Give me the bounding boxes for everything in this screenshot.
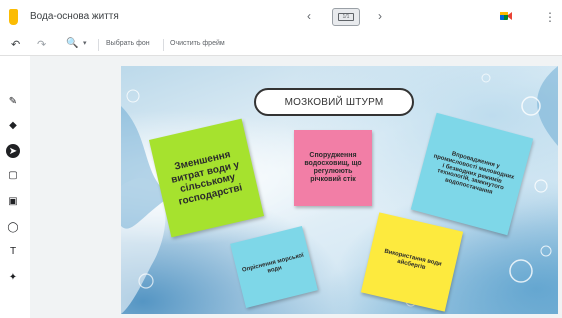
sticky-note-pink[interactable]: Спорудження водосховищ, що регулюють річ… [294,130,372,206]
meet-present-icon[interactable] [500,11,512,21]
eraser-icon[interactable]: ◆ [6,118,20,132]
zoom-icon[interactable]: 🔍 [66,38,78,49]
brainstorm-title[interactable]: МОЗКОВИЙ ШТУРМ [254,88,414,116]
frame-bar-toggle-button[interactable]: 1/1 [332,8,360,26]
redo-icon[interactable]: ↷ [37,38,46,51]
document-title[interactable]: Вода-основа життя [26,9,123,24]
toolbar-divider [163,39,164,51]
clear-frame-button[interactable]: Очистить фрейм [170,40,225,47]
set-background-button[interactable]: Выбрать фон [106,40,150,47]
toolbar: ↶ ↷ 🔍 ▾ Выбрать фон Очистить фрейм [0,34,562,56]
laser-icon[interactable]: ✦ [6,270,20,284]
circle-icon[interactable]: ◯ [6,220,20,234]
zoom-dropdown-icon[interactable]: ▾ [83,39,87,47]
more-options-icon[interactable]: ⋮ [544,10,556,24]
undo-icon[interactable]: ↶ [11,38,20,51]
sticky-note-icon[interactable]: ▢ [6,168,20,182]
next-frame-button[interactable]: › [378,9,382,23]
tool-rail: ✎ ◆ ➤ ▢ ▣ ◯ T ✦ [0,56,30,318]
select-icon[interactable]: ➤ [6,144,20,158]
previous-frame-button[interactable]: ‹ [307,9,311,23]
jamboard-logo-icon [9,9,18,25]
top-bar: Вода-основа життя ‹ 1/1 › ⋮ [0,0,562,34]
text-box-icon[interactable]: T [6,244,20,258]
frame-counter: 1/1 [338,13,354,21]
toolbar-divider [98,39,99,51]
whiteboard-canvas[interactable]: МОЗКОВИЙ ШТУРМ Зменшення витрат води у с… [121,66,558,314]
image-icon[interactable]: ▣ [6,194,20,208]
pen-icon[interactable]: ✎ [6,94,20,108]
